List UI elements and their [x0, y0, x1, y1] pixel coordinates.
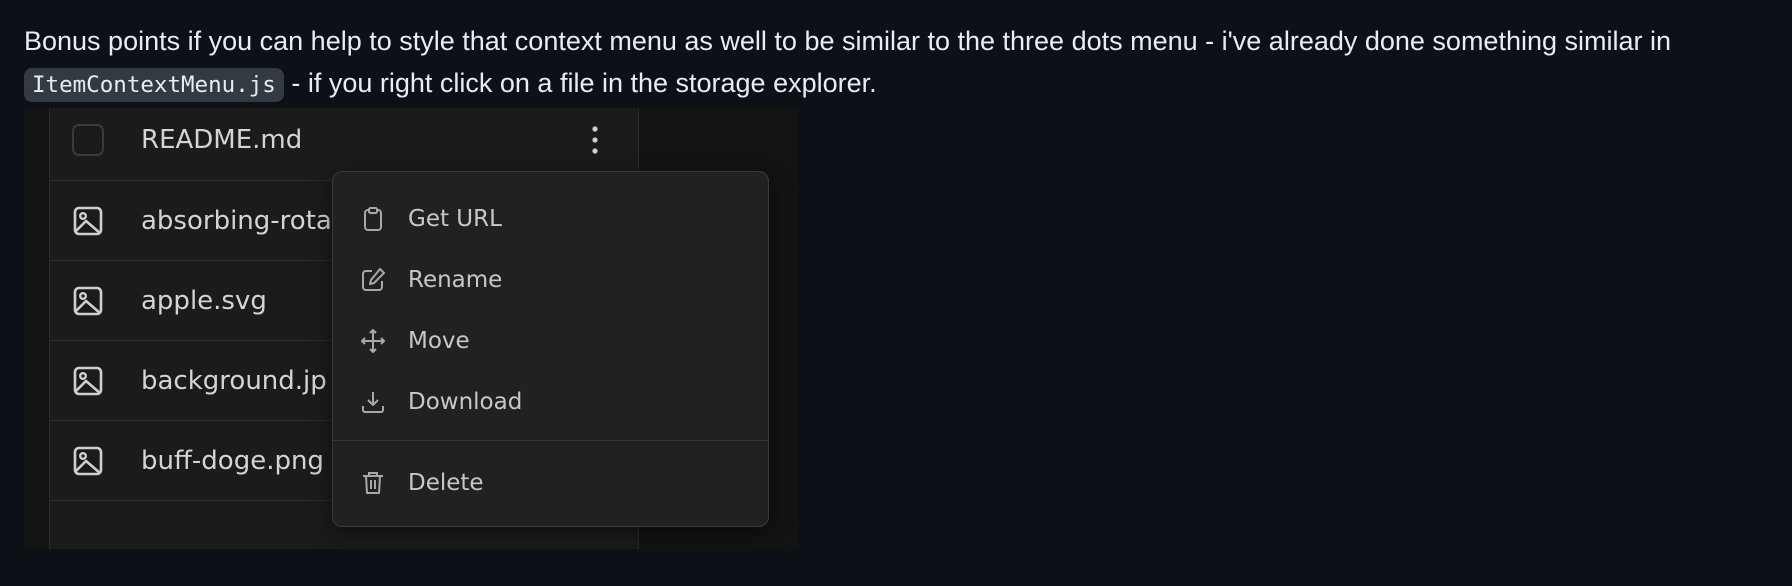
image-file-icon — [73, 206, 103, 235]
move-arrows-icon — [361, 329, 385, 353]
file-row[interactable]: README.md — [50, 108, 638, 180]
menu-divider — [333, 440, 768, 441]
file-name: README.md — [141, 125, 303, 155]
menu-item-label: Download — [408, 389, 523, 415]
trash-icon — [363, 472, 383, 494]
comment-text-after: - if you right click on a file in the st… — [283, 68, 877, 98]
edit-icon — [362, 268, 385, 291]
menu-item-delete[interactable]: Delete — [333, 457, 768, 509]
context-menu: Get URL Rename Move Download Delete — [332, 171, 769, 527]
image-file-icon — [73, 366, 103, 395]
file-name: absorbing-rota — [141, 205, 332, 236]
comment-body: Bonus points if you can help to style th… — [24, 20, 1768, 106]
file-name: apple.svg — [141, 285, 267, 316]
download-icon — [362, 392, 384, 413]
checkbox-icon[interactable] — [72, 124, 104, 156]
comment-text-before: Bonus points if you can help to style th… — [24, 26, 1672, 56]
menu-item-label: Rename — [408, 267, 503, 293]
menu-item-download[interactable]: Download — [333, 376, 768, 428]
vertical-ellipsis-icon[interactable] — [590, 125, 600, 155]
menu-item-get-url[interactable]: Get URL — [333, 193, 768, 245]
clipboard-icon — [364, 207, 382, 231]
menu-item-rename[interactable]: Rename — [333, 254, 768, 306]
image-file-icon — [73, 446, 103, 475]
menu-item-label: Delete — [408, 470, 484, 496]
menu-item-label: Move — [408, 328, 470, 354]
embedded-screenshot: README.md absorbing-rota apple.svg backg… — [24, 108, 798, 549]
image-file-icon — [73, 286, 103, 315]
menu-item-label: Get URL — [408, 206, 502, 232]
file-name: background.jp — [141, 365, 327, 396]
file-name: buff-doge.png — [141, 445, 324, 476]
menu-item-move[interactable]: Move — [333, 315, 768, 367]
inline-code: ItemContextMenu.js — [24, 68, 284, 102]
